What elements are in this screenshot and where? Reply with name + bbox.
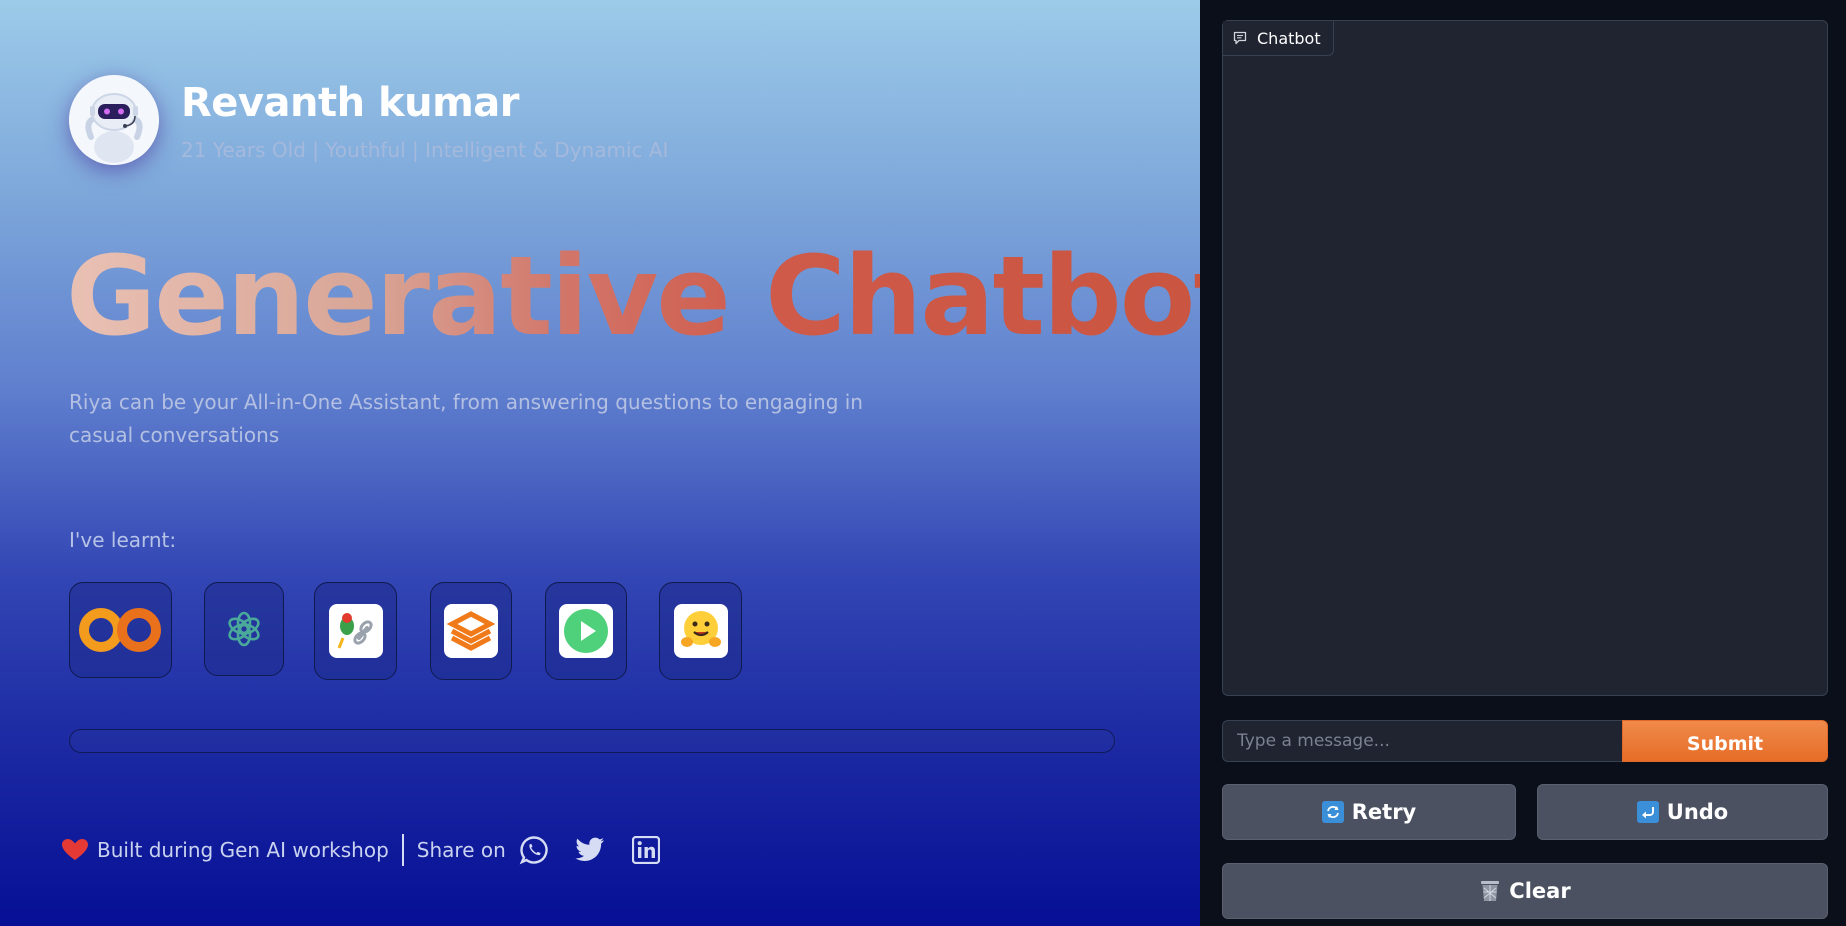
- colab-logo-icon: [78, 608, 161, 652]
- linkedin-share-button[interactable]: [630, 834, 662, 866]
- chat-bubble-icon: [1233, 31, 1247, 45]
- heart-icon: [62, 839, 88, 860]
- profile-name: Revanth kumar: [181, 80, 519, 126]
- whatsapp-icon: [519, 836, 548, 865]
- huggingface-logo-icon: [673, 604, 728, 658]
- chat-history[interactable]: Chatbot: [1222, 20, 1828, 696]
- play-logo-icon: [559, 604, 613, 658]
- langchain-logo-icon: [328, 604, 383, 658]
- tool-openai: [204, 582, 284, 676]
- submit-button[interactable]: Submit: [1622, 720, 1828, 762]
- avatar: [69, 75, 159, 165]
- profile-tagline: 21 Years Old | Youthful | Intelligent & …: [181, 138, 669, 162]
- message-input[interactable]: [1222, 720, 1622, 762]
- robot-avatar-icon: [69, 75, 159, 165]
- retry-button[interactable]: Retry: [1222, 784, 1516, 840]
- share-on-text: Share on: [416, 838, 506, 862]
- tool-play: [545, 582, 627, 680]
- linkedin-icon: [631, 836, 660, 864]
- tool-colab: [69, 582, 172, 678]
- footer: Built during Gen AI workshop Share on: [61, 832, 662, 868]
- chatbot-label: Chatbot: [1223, 21, 1334, 56]
- undo-label: Undo: [1666, 800, 1729, 824]
- clear-button[interactable]: Clear: [1222, 863, 1828, 919]
- hero-description: Riya can be your All-in-One Assistant, f…: [69, 390, 863, 447]
- tool-langchain: [314, 582, 397, 680]
- hero-title: Generative Chatbot: [66, 232, 1246, 360]
- built-during-text: Built during Gen AI workshop: [97, 838, 389, 862]
- learnt-label: I've learnt:: [69, 528, 177, 552]
- stack-logo-icon: [444, 604, 498, 658]
- tool-stack: [430, 582, 512, 680]
- twitter-icon: [575, 837, 604, 861]
- tool-huggingface: [659, 582, 742, 680]
- twitter-share-button[interactable]: [574, 834, 606, 866]
- undo-button[interactable]: Undo: [1537, 784, 1828, 840]
- retry-icon: [1321, 801, 1344, 823]
- clear-label: Clear: [1509, 879, 1571, 903]
- retry-label: Retry: [1351, 800, 1417, 824]
- whatsapp-share-button[interactable]: [518, 834, 550, 866]
- footer-divider: [401, 834, 404, 866]
- loading-bar: [69, 729, 1115, 753]
- undo-icon: [1636, 801, 1659, 823]
- wastebasket-icon: [1481, 881, 1500, 901]
- chatbot-label-text: Chatbot: [1257, 28, 1321, 48]
- openai-logo-icon: [228, 611, 260, 647]
